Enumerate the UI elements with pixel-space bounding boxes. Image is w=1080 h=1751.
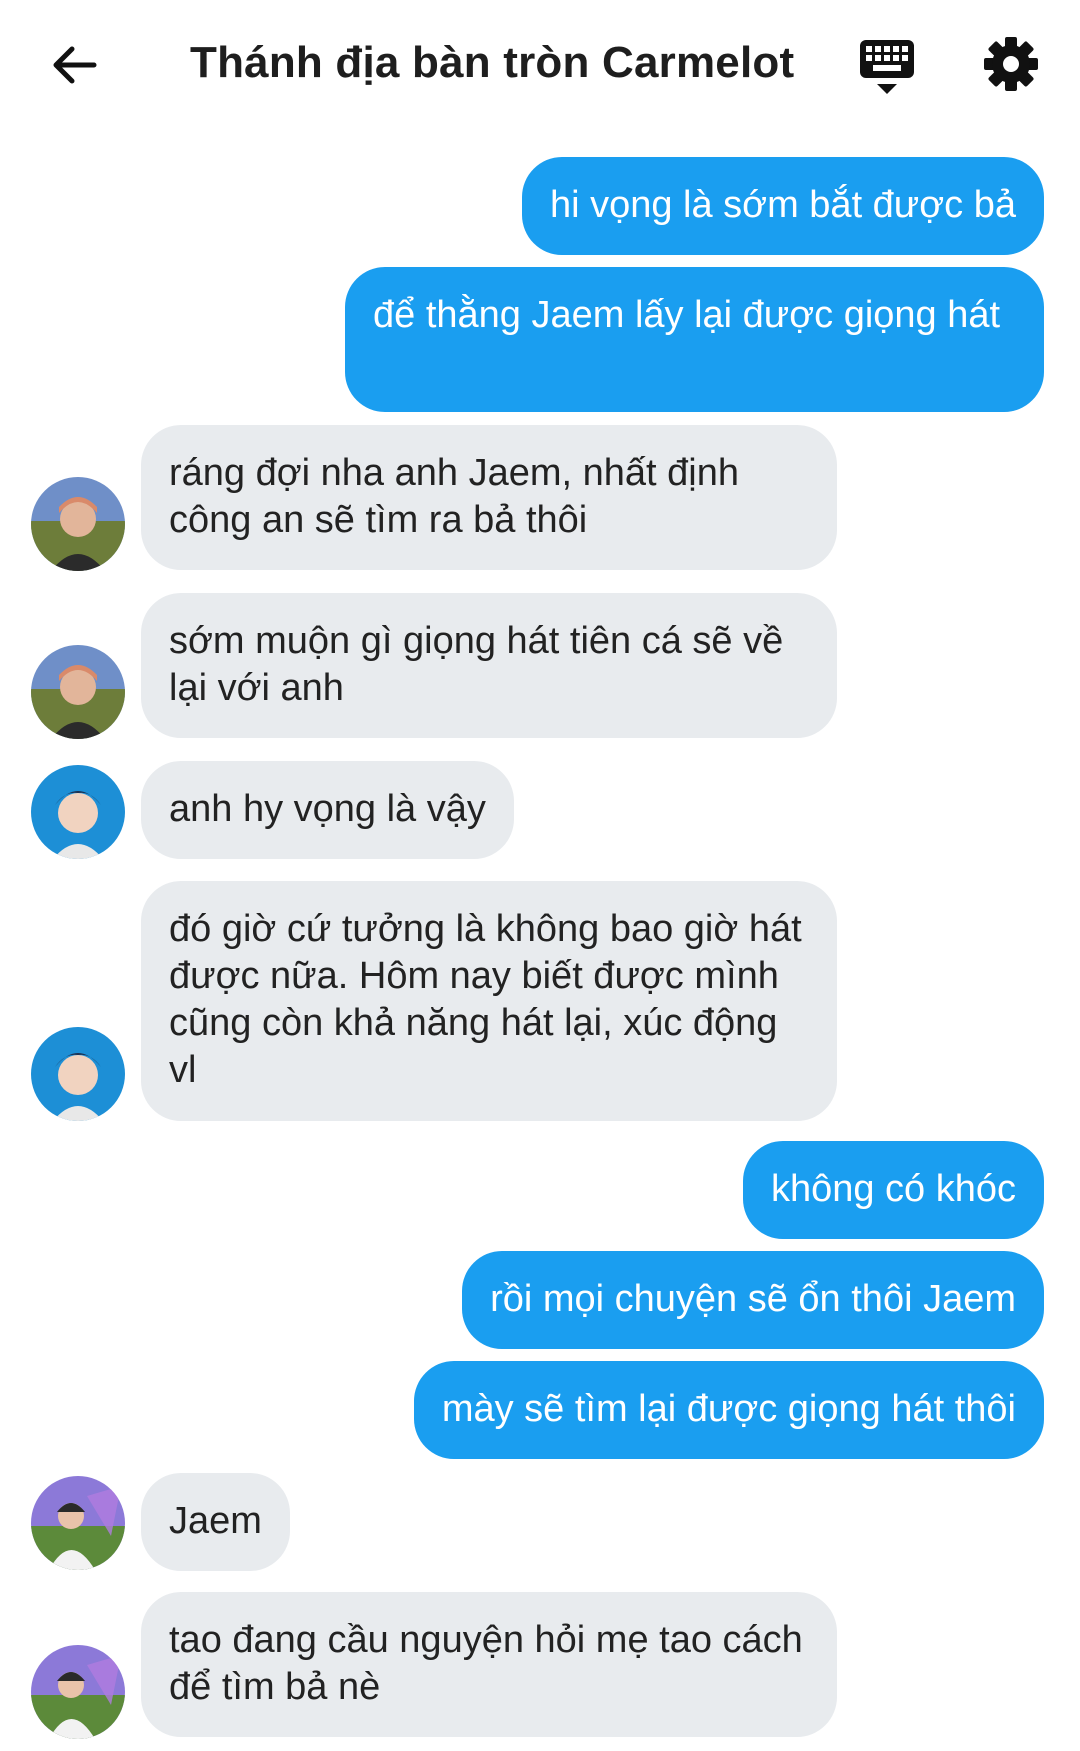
back-button[interactable]: [44, 40, 104, 90]
gear-icon: [984, 37, 1038, 91]
avatar[interactable]: [31, 645, 125, 739]
avatar-user-b-icon: [31, 765, 125, 859]
arrow-left-icon: [53, 46, 97, 84]
message-text: đó giờ cứ tưởng là không bao giờ hát đượ…: [169, 908, 802, 1091]
message-text: mày sẽ tìm lại được giọng hát thôi: [441, 1388, 1016, 1430]
chat-header: Thánh địa bàn tròn Carmelot: [0, 0, 1080, 130]
avatar-user-b-icon: [31, 1027, 125, 1121]
avatar-user-c-icon: [31, 1645, 125, 1739]
message-bubble-outgoing[interactable]: để thằng Jaem lấy lại được giọng hát: [345, 267, 1044, 412]
keyboard-icon: [860, 40, 914, 94]
keyboard-button[interactable]: [858, 38, 916, 96]
message-bubble-incoming[interactable]: sớm muộn gì giọng hát tiên cá sẽ về lại …: [141, 593, 837, 738]
avatar[interactable]: [31, 1476, 125, 1570]
message-text: rồi mọi chuyện sẽ ổn thôi Jaem: [490, 1278, 1016, 1320]
message-text: hi vọng là sớm bắt được bả: [549, 184, 1016, 226]
message-bubble-incoming[interactable]: Jaem: [141, 1473, 290, 1571]
message-bubble-incoming[interactable]: anh hy vọng là vậy: [141, 761, 514, 859]
message-text: Jaem: [169, 1500, 262, 1542]
avatar[interactable]: [31, 1645, 125, 1739]
message-text: tao đang cầu nguyện hỏi mẹ tao cách để t…: [169, 1619, 803, 1708]
avatar[interactable]: [31, 1027, 125, 1121]
message-text: để thằng Jaem lấy lại được giọng hát: [373, 294, 1001, 336]
message-text: sớm muộn gì giọng hát tiên cá sẽ về lại …: [169, 620, 784, 709]
settings-button[interactable]: [983, 36, 1039, 92]
message-bubble-incoming[interactable]: đó giờ cứ tưởng là không bao giờ hát đượ…: [141, 881, 837, 1121]
message-bubble-outgoing[interactable]: hi vọng là sớm bắt được bả: [521, 157, 1044, 255]
avatar-user-a-icon: [31, 645, 125, 739]
message-text: anh hy vọng là vậy: [169, 788, 486, 830]
avatar[interactable]: [31, 765, 125, 859]
message-bubble-outgoing[interactable]: rồi mọi chuyện sẽ ổn thôi Jaem: [462, 1251, 1044, 1349]
message-bubble-outgoing[interactable]: mày sẽ tìm lại được giọng hát thôi: [413, 1361, 1044, 1459]
avatar-user-c-icon: [31, 1476, 125, 1570]
message-text: không có khóc: [770, 1168, 1016, 1210]
avatar-user-a-icon: [31, 477, 125, 571]
message-bubble-incoming[interactable]: tao đang cầu nguyện hỏi mẹ tao cách để t…: [141, 1592, 837, 1737]
avatar[interactable]: [31, 477, 125, 571]
chat-title: Thánh địa bàn tròn Carmelot: [190, 38, 795, 87]
message-bubble-incoming[interactable]: ráng đợi nha anh Jaem, nhất định công an…: [141, 425, 837, 570]
message-text: ráng đợi nha anh Jaem, nhất định công an…: [169, 452, 739, 541]
message-bubble-outgoing[interactable]: không có khóc: [742, 1141, 1044, 1239]
